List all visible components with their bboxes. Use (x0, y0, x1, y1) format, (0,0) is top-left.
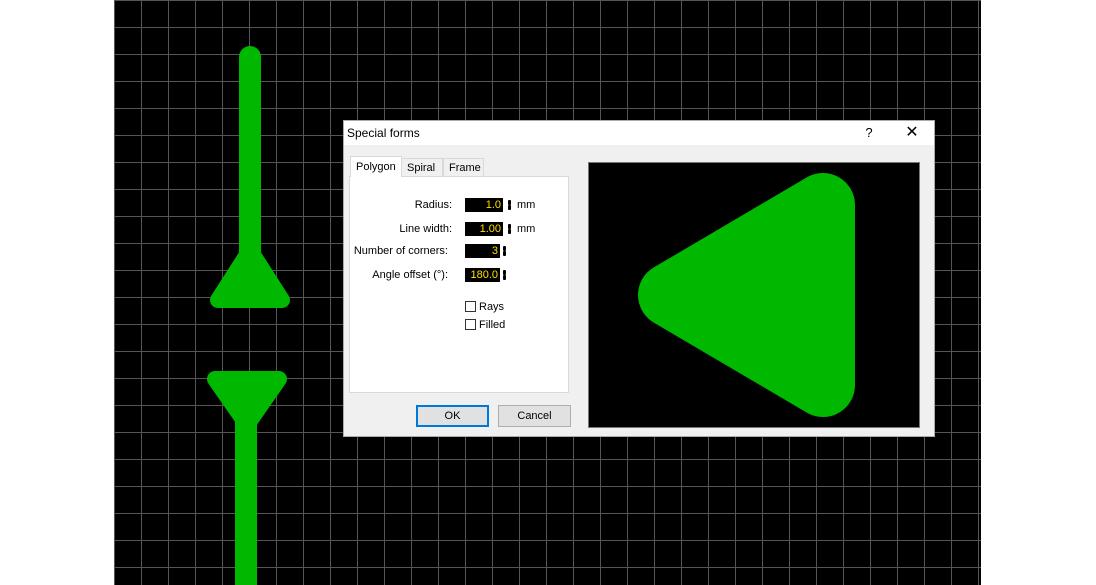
filled-label: Filled (479, 319, 506, 331)
tab-spiral[interactable]: Spiral (401, 158, 443, 176)
shape-preview (588, 162, 920, 428)
line-width-spinner[interactable] (507, 222, 512, 236)
corners-spinner[interactable] (502, 244, 507, 258)
corners-field[interactable]: 3 (465, 244, 500, 258)
tab-polygon[interactable]: Polygon (350, 156, 402, 177)
filled-checkbox[interactable] (465, 319, 476, 330)
preview-triangle-shape (638, 173, 855, 417)
dialog-title: Special forms (347, 126, 420, 140)
special-forms-dialog: Special forms ? ✕ Polygon Spiral Frame R… (343, 120, 935, 437)
angle-offset-spinner[interactable] (502, 268, 507, 282)
radius-field[interactable]: 1.0 (465, 198, 503, 212)
radius-label: Radius: (414, 199, 452, 211)
angle-offset-field[interactable]: 180.0 (465, 268, 500, 282)
radius-unit: mm (517, 199, 536, 211)
radius-spinner[interactable] (507, 198, 512, 212)
dialog-titlebar[interactable]: Special forms ? ✕ (344, 121, 934, 145)
angle-offset-label: Angle offset (°): (372, 269, 448, 281)
line-width-field[interactable]: 1.00 (465, 222, 503, 236)
polygon-tab-panel: Radius: 1.0 mm Line width: 1.00 mm Numbe… (349, 176, 569, 393)
tab-frame[interactable]: Frame (443, 158, 484, 176)
cancel-button[interactable]: Cancel (498, 405, 571, 427)
lower-triangle-pad[interactable] (207, 371, 287, 433)
close-button[interactable]: ✕ (889, 121, 935, 145)
rays-label: Rays (479, 301, 505, 313)
corners-label: Number of corners: (353, 245, 448, 257)
rays-checkbox[interactable] (465, 301, 476, 312)
line-width-unit: mm (517, 223, 536, 235)
line-width-label: Line width: (399, 223, 452, 235)
upper-triangle-pad[interactable] (210, 242, 290, 308)
ok-button[interactable]: OK (416, 405, 489, 427)
help-button[interactable]: ? (849, 121, 889, 145)
